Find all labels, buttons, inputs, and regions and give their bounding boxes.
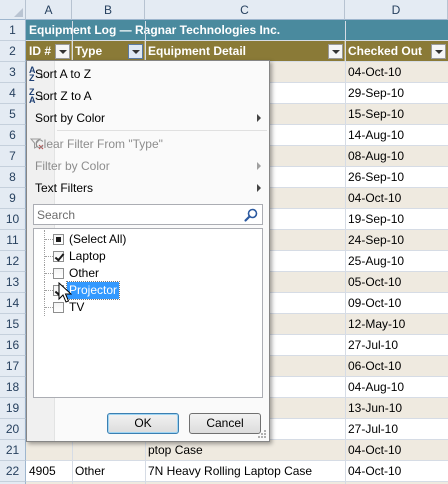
filter-dropdown-checked-out-button[interactable] <box>431 44 446 59</box>
checkbox[interactable] <box>53 251 64 262</box>
checkbox[interactable] <box>53 234 64 245</box>
row-header[interactable]: 9 <box>0 188 26 209</box>
search-icon <box>244 208 258 222</box>
column-header-a[interactable]: A <box>26 0 72 20</box>
sort-z-to-a-item[interactable]: Z A ↓ Sort Z to A <box>27 85 269 107</box>
filter-value-label: (Select All) <box>69 232 127 246</box>
cell-checked-out[interactable]: 19-Sep-10 <box>345 209 448 229</box>
cell-checked-out[interactable]: 24-Sep-10 <box>345 230 448 250</box>
filter-value-label: Other <box>69 266 100 280</box>
row-header[interactable]: 17 <box>0 356 26 377</box>
cell-checked-out[interactable]: 09-Oct-10 <box>345 293 448 313</box>
resize-grip-icon[interactable] <box>257 429 267 439</box>
header-id-label: ID # <box>29 44 52 58</box>
sheet-title: Equipment Log — Ragnar Technologies Inc. <box>29 23 281 37</box>
cell-checked-out[interactable]: 25-Aug-10 <box>345 251 448 271</box>
clear-filter-item: Clear Filter From "Type" <box>27 133 269 155</box>
row-header[interactable]: 6 <box>0 125 26 146</box>
filter-dropdown-id-button[interactable] <box>55 44 70 59</box>
row-header[interactable]: 13 <box>0 272 26 293</box>
row-header[interactable]: 22 <box>0 461 26 482</box>
row-header[interactable]: 16 <box>0 335 26 356</box>
header-type-label: Type <box>75 44 103 58</box>
column-header-c[interactable]: C <box>145 0 345 20</box>
search-input[interactable] <box>34 205 242 224</box>
checkbox[interactable] <box>53 268 64 279</box>
cell-type[interactable]: Other <box>72 461 145 481</box>
cell-checked-out[interactable]: 13-Jun-10 <box>345 398 448 418</box>
cell-checked-out[interactable]: 26-Sep-10 <box>345 167 448 187</box>
header-detail-label: Equipment Detail <box>148 44 247 58</box>
cell-checked-out[interactable]: 08-Aug-10 <box>345 146 448 166</box>
sort-by-color-label: Sort by Color <box>35 111 106 125</box>
search-field[interactable] <box>33 204 263 225</box>
cell-checked-out[interactable]: 04-Aug-10 <box>345 377 448 397</box>
cell-detail[interactable]: ptop Case <box>145 440 345 460</box>
cell-checked-out[interactable]: 04-Oct-10 <box>345 62 448 82</box>
cell-checked-out[interactable]: 12-May-10 <box>345 314 448 334</box>
row-header[interactable]: 15 <box>0 314 26 335</box>
row-header[interactable]: 4 <box>0 83 26 104</box>
header-detail: Equipment Detail <box>145 41 345 61</box>
select-all-corner[interactable] <box>0 0 26 20</box>
cancel-button[interactable]: Cancel <box>189 413 261 434</box>
row-header[interactable]: 19 <box>0 398 26 419</box>
submenu-arrow-icon <box>257 162 261 170</box>
cell-checked-out[interactable]: 27-Jul-10 <box>345 419 448 439</box>
submenu-arrow-icon <box>257 114 261 122</box>
sheet-title-row[interactable]: Equipment Log — Ragnar Technologies Inc. <box>26 20 448 41</box>
cell-checked-out[interactable]: 05-Oct-10 <box>345 272 448 292</box>
cell-detail[interactable]: 7N Heavy Rolling Laptop Case <box>145 461 345 481</box>
gridline <box>345 21 346 484</box>
row-header[interactable]: 18 <box>0 377 26 398</box>
filter-value-label: Laptop <box>69 249 106 263</box>
row-header[interactable]: 1 <box>0 20 26 41</box>
row-header[interactable]: 2 <box>0 41 26 62</box>
filter-dropdown-detail-button[interactable] <box>328 44 343 59</box>
row-header[interactable]: 20 <box>0 419 26 440</box>
row-header[interactable]: 7 <box>0 146 26 167</box>
menu-separator <box>57 130 267 131</box>
sort-a-to-z-item[interactable]: A Z ↓ Sort A to Z <box>27 63 269 85</box>
cell-checked-out[interactable]: 06-Oct-10 <box>345 356 448 376</box>
text-filters-item[interactable]: Text Filters <box>27 177 269 199</box>
filter-dropdown-type-button[interactable] <box>128 44 143 59</box>
mouse-pointer-icon <box>58 282 72 303</box>
column-header-d[interactable]: D <box>345 0 448 20</box>
filter-value-label: Projector <box>65 281 121 300</box>
cell-checked-out[interactable]: 04-Oct-10 <box>345 188 448 208</box>
autofilter-menu[interactable]: A Z ↓ Sort A to Z Z A ↓ Sort Z to A Sort by … <box>26 60 270 442</box>
table-row[interactable]: 4905 Other 7N Heavy Rolling Laptop Case 04-… <box>26 461 448 482</box>
clear-filter-label: Clear Filter From "Type" <box>35 137 163 151</box>
row-header[interactable]: 11 <box>0 230 26 251</box>
sort-a-to-z-label: Sort A to Z <box>35 67 92 81</box>
row-header[interactable]: 8 <box>0 167 26 188</box>
cell-checked-out[interactable]: 04-Oct-10 <box>345 440 448 460</box>
column-header-b[interactable]: B <box>72 0 145 20</box>
text-filters-label: Text Filters <box>35 181 94 195</box>
sort-z-to-a-label: Sort Z to A <box>35 89 92 103</box>
filter-value-list[interactable]: (Select All) Laptop Other Projector TV <box>33 228 263 398</box>
row-header[interactable]: 10 <box>0 209 26 230</box>
row-header[interactable]: 5 <box>0 104 26 125</box>
cell-checked-out[interactable]: 14-Aug-10 <box>345 125 448 145</box>
ok-button[interactable]: OK <box>107 413 179 434</box>
cell-checked-out[interactable]: 29-Sep-10 <box>345 83 448 103</box>
filter-by-color-label: Filter by Color <box>35 159 110 173</box>
cell-checked-out[interactable]: 15-Sep-10 <box>345 104 448 124</box>
cell-id[interactable]: 4905 <box>26 461 72 481</box>
cell-checked-out[interactable]: 04-Oct-10 <box>345 461 448 481</box>
filter-by-color-item: Filter by Color <box>27 155 269 177</box>
header-checked-out-label: Checked Out <box>348 44 423 58</box>
table-row[interactable]: ptop Case 04-Oct-10 <box>26 440 448 461</box>
row-header[interactable]: 14 <box>0 293 26 314</box>
table-header-row[interactable]: ID # Type Equipment Detail Checked Out <box>26 41 448 62</box>
row-header[interactable]: 3 <box>0 62 26 83</box>
submenu-arrow-icon <box>257 184 261 192</box>
cell-checked-out[interactable]: 27-Jul-10 <box>345 335 448 355</box>
row-header[interactable]: 12 <box>0 251 26 272</box>
sort-by-color-item[interactable]: Sort by Color <box>27 107 269 129</box>
row-header[interactable]: 21 <box>0 440 26 461</box>
